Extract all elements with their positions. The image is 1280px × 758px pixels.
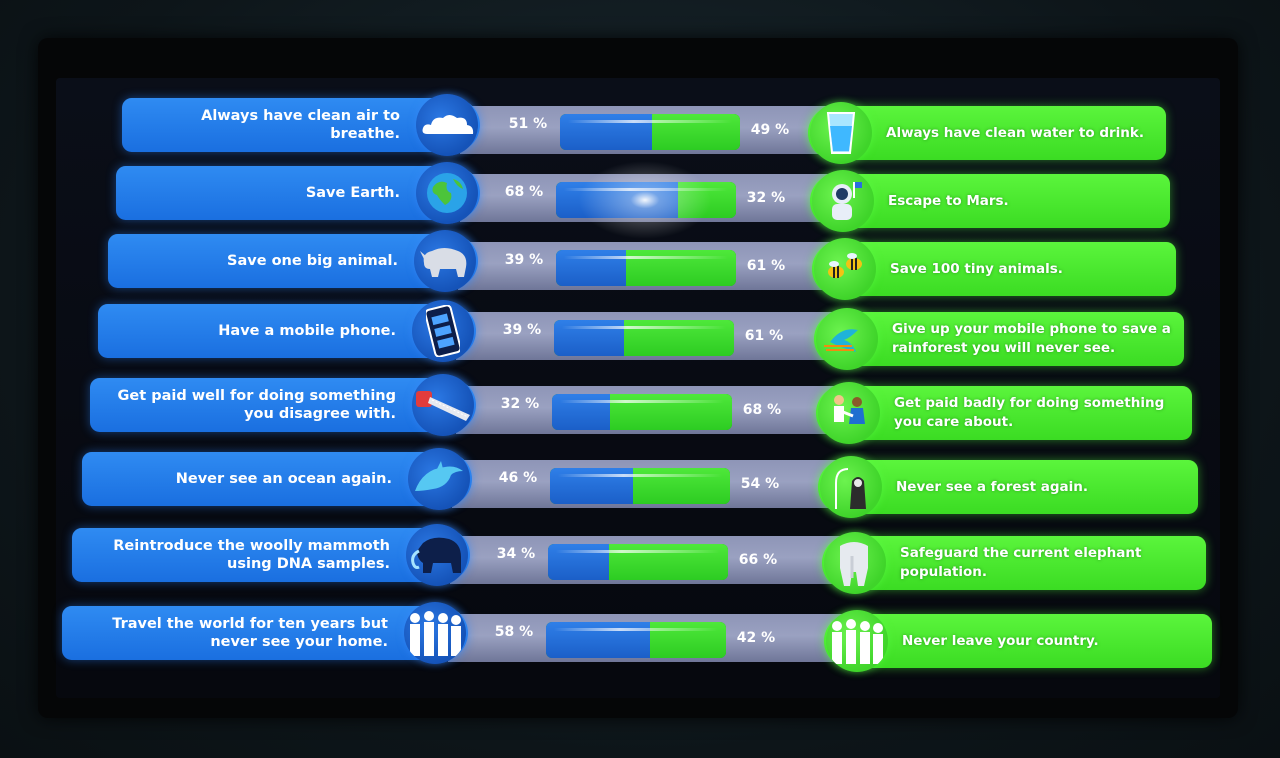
option-left-label: Have a mobile phone. — [218, 323, 396, 339]
bar-highlight — [560, 400, 724, 403]
bar-highlight — [558, 474, 722, 477]
bar-highlight — [562, 326, 726, 329]
percent-right: 68 % — [742, 402, 782, 418]
poll-row: Always have clean air to breathe. 51 % 49 … — [0, 92, 1280, 164]
option-left-label: Always have clean air to breathe. — [201, 108, 400, 142]
percent-left: 51 % — [508, 116, 548, 132]
option-right-label: Escape to Mars. — [888, 192, 1009, 209]
option-right-label: Get paid badly for doing something you c… — [894, 395, 1165, 430]
chainsaw-icon — [412, 374, 474, 436]
mammoth-icon — [406, 524, 468, 586]
vote-split-bar — [552, 394, 732, 430]
percent-right: 49 % — [750, 122, 790, 138]
percent-right: 32 % — [746, 190, 786, 206]
astronaut-icon — [812, 170, 874, 232]
bar-highlight — [564, 256, 728, 259]
vote-split-bar — [548, 544, 728, 580]
people-helping-icon — [818, 382, 880, 444]
bird-icon — [816, 308, 878, 370]
percent-left: 39 % — [504, 252, 544, 268]
option-right-label: Always have clean water to drink. — [886, 124, 1145, 141]
crowd-icon — [404, 602, 466, 664]
bar-highlight — [564, 188, 728, 191]
vote-split-bar — [546, 622, 726, 658]
option-left-label: Save Earth. — [305, 185, 400, 201]
percent-left: 32 % — [500, 396, 540, 412]
elephant-icon — [824, 532, 886, 594]
percent-right: 54 % — [740, 476, 780, 492]
percent-right: 42 % — [736, 630, 776, 646]
percent-right: 61 % — [746, 258, 786, 274]
poll-row: Get paid well for doing something you di… — [0, 372, 1280, 444]
percent-right: 66 % — [738, 552, 778, 568]
vote-split-bar — [556, 250, 736, 286]
percent-left: 34 % — [496, 546, 536, 562]
percent-left: 46 % — [498, 470, 538, 486]
bees-icon — [814, 238, 876, 300]
poll-row: Travel the world for ten years but never… — [0, 600, 1280, 672]
option-left-label: Reintroduce the woolly mammoth using DNA… — [113, 538, 390, 572]
bar-highlight — [556, 550, 720, 553]
dolphin-icon — [408, 448, 470, 510]
option-left-label: Never see an ocean again. — [175, 471, 392, 487]
poll-row: Have a mobile phone. 39 % 61 % Give up your… — [0, 298, 1280, 370]
forest-animal-icon — [820, 456, 882, 518]
crowd-icon — [826, 610, 888, 672]
percent-right: 61 % — [744, 328, 784, 344]
percent-left: 68 % — [504, 184, 544, 200]
option-right-label: Give up your mobile phone to save a rain… — [892, 321, 1171, 356]
water-glass-icon — [810, 102, 872, 164]
poll-row: Save one big animal. 39 % 61 % Save 100 tin… — [0, 228, 1280, 300]
poll-row: Never see an ocean again. 46 % 54 % Never s… — [0, 446, 1280, 518]
percent-left: 39 % — [502, 322, 542, 338]
rhino-icon — [414, 230, 476, 292]
earth-icon — [416, 162, 478, 224]
vote-split-bar — [554, 320, 734, 356]
poll-row: Save Earth. 68 % 32 % Escape to Mars. — [0, 160, 1280, 232]
bar-highlight — [568, 120, 732, 123]
option-right-label: Never see a forest again. — [896, 478, 1089, 495]
option-left-label: Get paid well for doing something you di… — [117, 388, 397, 422]
option-right-label: Save 100 tiny animals. — [890, 260, 1063, 277]
option-right-label: Never leave your country. — [902, 632, 1099, 649]
mobile-phone-icon — [412, 300, 474, 362]
option-right-label: Safeguard the current elephant populatio… — [900, 545, 1142, 580]
option-left-label: Travel the world for ten years but never… — [112, 616, 388, 650]
poll-row: Reintroduce the woolly mammoth using DNA… — [0, 522, 1280, 594]
cloud-icon — [416, 94, 478, 156]
vote-split-bar — [560, 114, 740, 150]
option-left-label: Save one big animal. — [227, 253, 398, 269]
vote-split-bar — [550, 468, 730, 504]
percent-left: 58 % — [494, 624, 534, 640]
vote-split-bar — [556, 182, 736, 218]
bar-highlight — [554, 628, 718, 631]
